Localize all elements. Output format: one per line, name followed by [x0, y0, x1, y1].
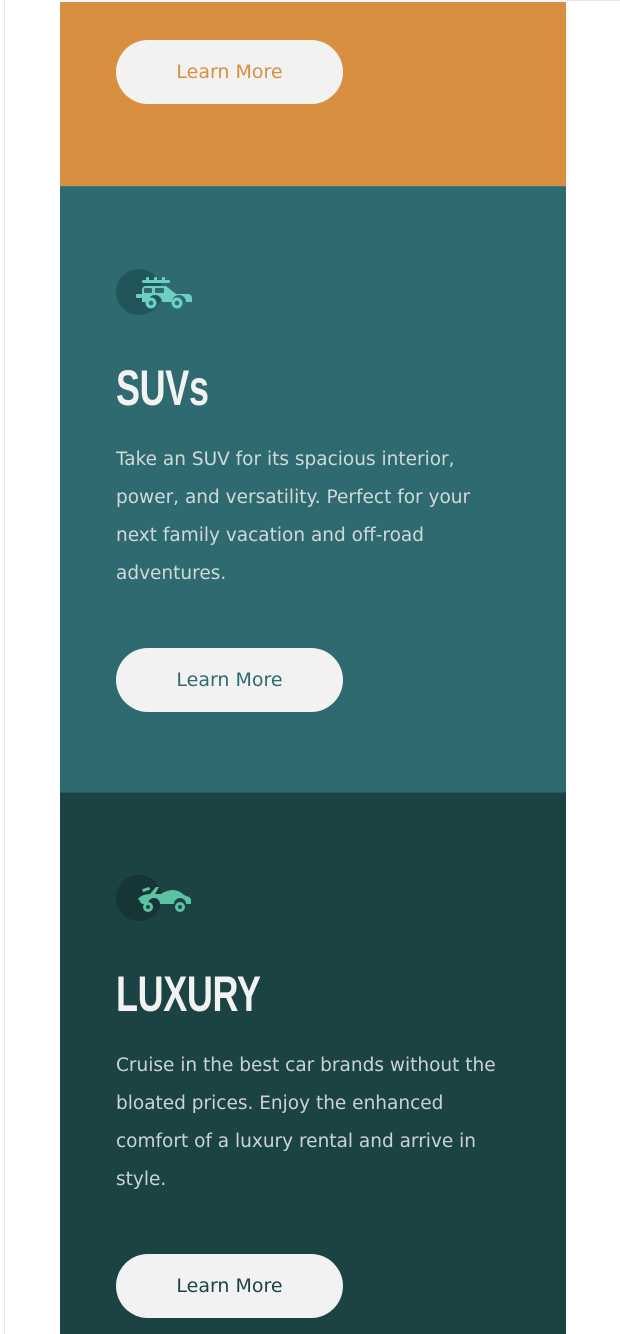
- sedans-learn-more-button[interactable]: Learn More: [116, 40, 343, 104]
- page-edge: [566, 0, 620, 1]
- car-category-cards: Learn More SUVs Take an SUV for its spac…: [60, 2, 566, 1334]
- suvs-card: SUVs Take an SUV for its spacious interi…: [60, 186, 566, 792]
- suv-icon-container: [116, 269, 196, 319]
- luxury-icon-container: [116, 875, 196, 925]
- luxury-learn-more-button[interactable]: Learn More: [116, 1254, 343, 1318]
- card-description: Take an SUV for its spacious interior, p…: [116, 449, 471, 584]
- suv-car-icon: [136, 277, 192, 309]
- page-edge: [4, 0, 5, 1334]
- luxury-card: LUXURY Cruise in the best car brands wit…: [60, 792, 566, 1334]
- sedans-card: Learn More: [60, 2, 566, 186]
- card-title: SUVs: [116, 360, 209, 416]
- luxury-car-icon: [138, 887, 191, 912]
- card-description: Cruise in the best car brands without th…: [116, 1055, 496, 1190]
- card-title: LUXURY: [116, 966, 261, 1022]
- suvs-learn-more-button[interactable]: Learn More: [116, 648, 343, 712]
